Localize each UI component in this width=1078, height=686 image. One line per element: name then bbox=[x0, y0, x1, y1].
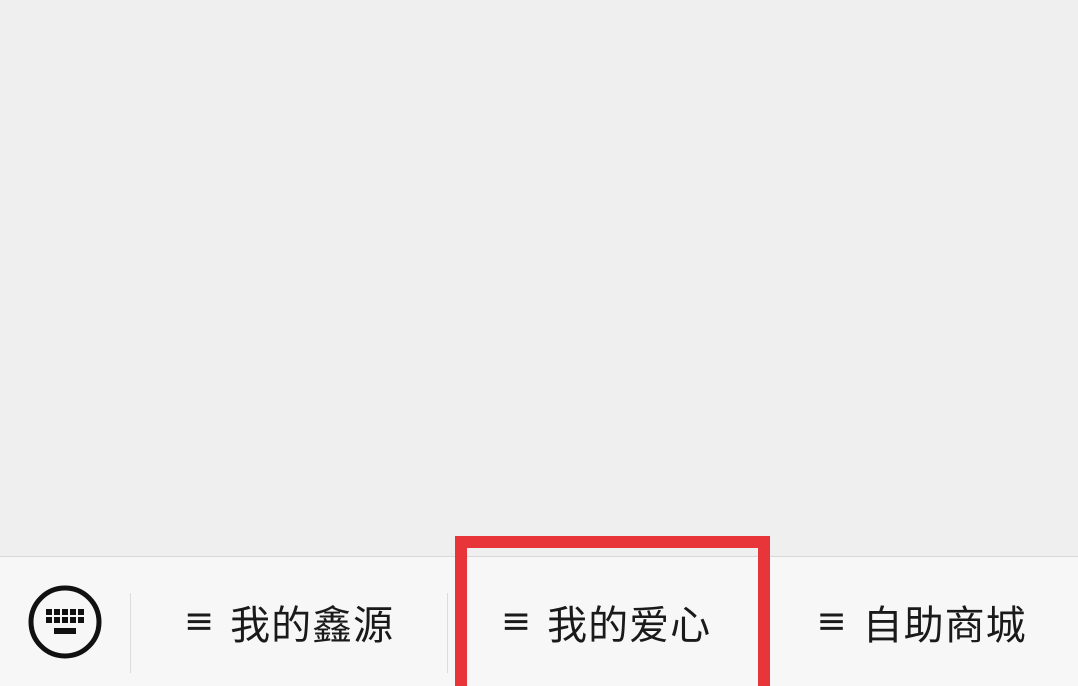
keyboard-icon bbox=[28, 585, 102, 659]
menu-item-label: 我的爱心 bbox=[547, 603, 712, 649]
keyboard-toggle-button[interactable] bbox=[0, 557, 130, 686]
menu-item-label: 自助商城 bbox=[862, 603, 1027, 649]
menu-item-my-love[interactable]: ≡ 我的爱心 bbox=[448, 557, 764, 686]
menu-item-my-xinyuan[interactable]: ≡ 我的鑫源 bbox=[131, 557, 447, 686]
menu-item-label: 我的鑫源 bbox=[230, 603, 395, 649]
menu-item-self-service-mall[interactable]: ≡ 自助商城 bbox=[765, 557, 1078, 686]
menu-list-icon: ≡ bbox=[500, 601, 532, 642]
menu-list-icon: ≡ bbox=[816, 601, 847, 642]
chat-screen: ≡ 我的鑫源 ≡ 我的爱心 ≡ 自助商城 bbox=[0, 0, 1078, 686]
chat-message-area bbox=[0, 0, 1078, 556]
custom-menu-bar: ≡ 我的鑫源 ≡ 我的爱心 ≡ 自助商城 bbox=[0, 556, 1078, 686]
menu-list-icon: ≡ bbox=[183, 601, 215, 642]
